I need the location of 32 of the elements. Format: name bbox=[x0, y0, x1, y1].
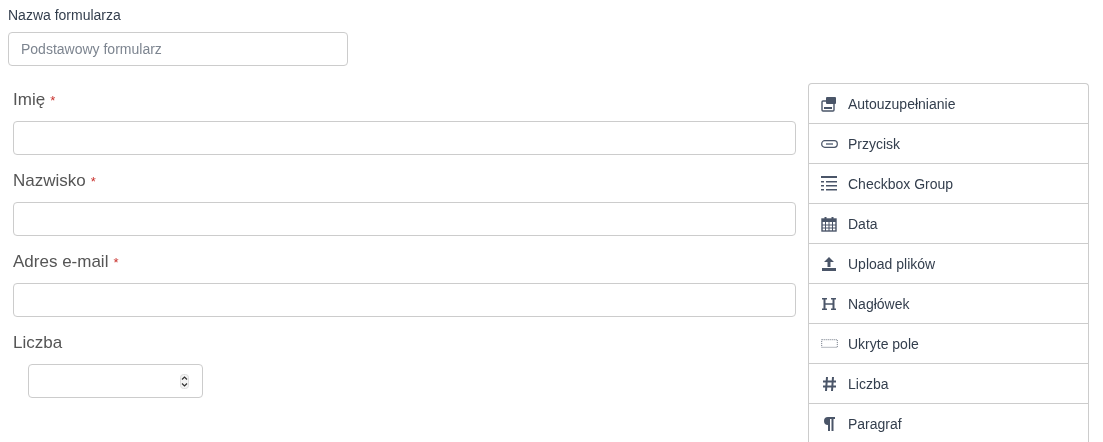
palette-item[interactable]: Liczba bbox=[809, 364, 1088, 404]
field-label: Liczba bbox=[13, 333, 63, 353]
palette-item[interactable]: Nagłówek bbox=[809, 284, 1088, 324]
form-icon bbox=[821, 95, 837, 112]
number-field[interactable] bbox=[28, 364, 203, 398]
dashed-box-icon bbox=[820, 339, 838, 348]
form-name-field[interactable]: Podstawowy formularz bbox=[8, 32, 348, 66]
palette-item[interactable]: Checkbox Group bbox=[809, 164, 1088, 204]
field-label: Imię bbox=[13, 90, 46, 110]
palette-item[interactable]: Ukryte pole bbox=[809, 324, 1088, 364]
checklist-icon bbox=[821, 175, 837, 192]
required-mark: * bbox=[50, 92, 56, 108]
button-icon bbox=[820, 139, 838, 148]
spinner-icon[interactable] bbox=[180, 373, 189, 389]
text-field[interactable] bbox=[13, 121, 796, 155]
field-label: Adres e-mail bbox=[13, 252, 109, 272]
palette-item[interactable]: Upload plików bbox=[809, 244, 1088, 284]
text-field[interactable] bbox=[13, 283, 796, 317]
form-name-label: Nazwa formularza bbox=[8, 7, 121, 23]
pilcrow-icon bbox=[823, 415, 835, 432]
palette-item[interactable]: Przycisk bbox=[809, 124, 1088, 164]
upload-icon bbox=[821, 255, 837, 272]
calendar-icon bbox=[821, 215, 837, 232]
heading-icon bbox=[821, 295, 837, 312]
hash-icon bbox=[821, 375, 837, 392]
palette-item[interactable]: Data bbox=[809, 204, 1088, 244]
field-label: Nazwisko bbox=[13, 171, 86, 191]
required-mark: * bbox=[113, 254, 119, 270]
text-field[interactable] bbox=[13, 202, 796, 236]
palette-item[interactable]: Paragraf bbox=[809, 404, 1088, 442]
palette-item[interactable]: Autouzupełnianie bbox=[809, 84, 1088, 124]
required-mark: * bbox=[90, 173, 96, 189]
